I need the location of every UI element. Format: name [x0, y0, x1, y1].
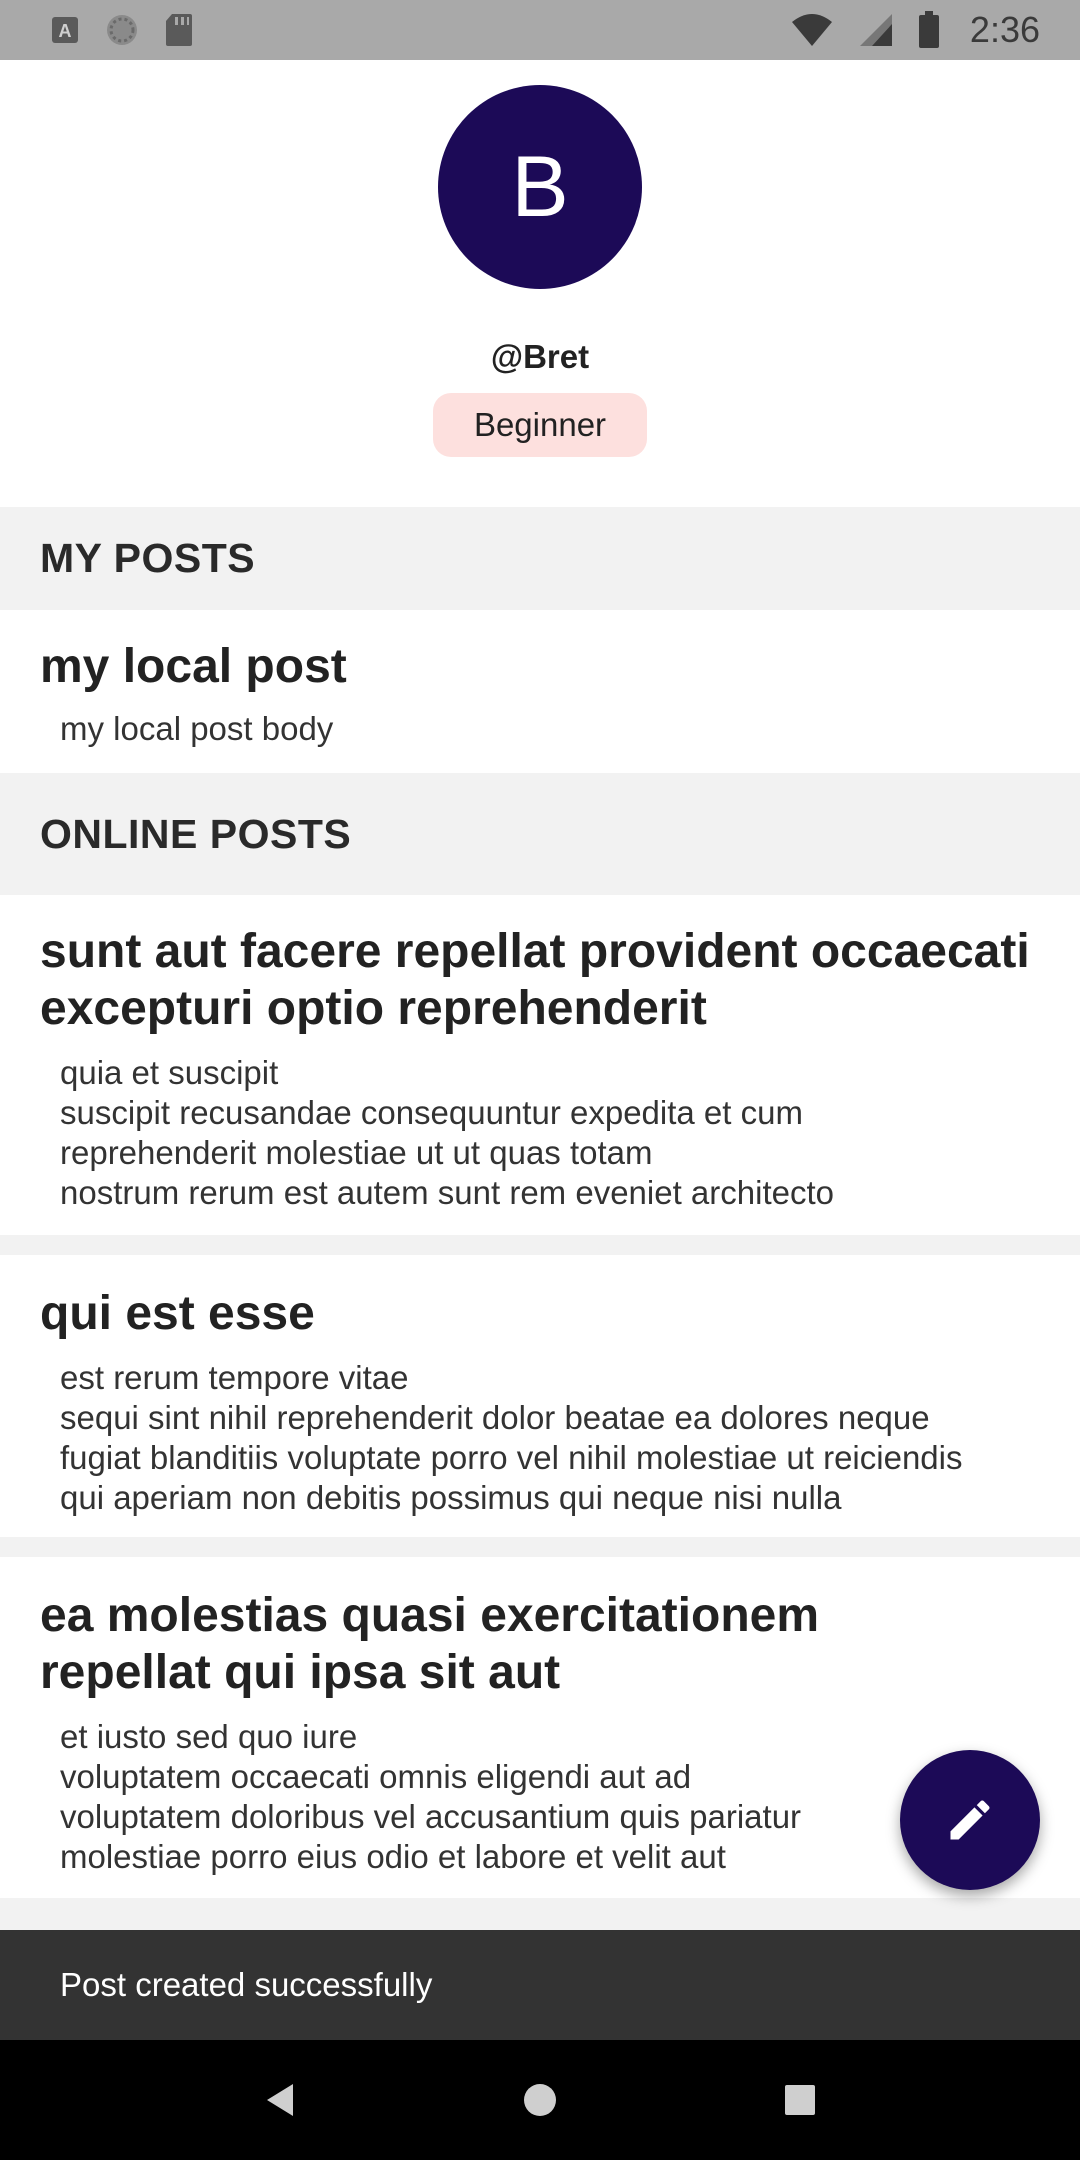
post-body: et iusto sed quo iure voluptatem occaeca… — [60, 1718, 802, 1875]
signal-icon — [858, 12, 894, 48]
post-divider — [0, 1898, 1080, 1930]
post-body: est rerum tempore vitae sequi sint nihil… — [60, 1359, 963, 1516]
loading-circle-icon — [104, 12, 140, 48]
pencil-icon — [944, 1794, 996, 1846]
post-card[interactable]: my local post my local post body — [0, 610, 1080, 773]
profile-header: B @Bret Beginner — [0, 60, 1080, 507]
post-title: qui est esse — [40, 1287, 315, 1340]
post-body: quia et suscipit suscipit recusandae con… — [60, 1054, 834, 1211]
status-left-icons: A — [50, 12, 194, 48]
post-title: sunt aut facere repellat provident occae… — [40, 925, 1030, 1035]
snackbar-message: Post created successfully — [60, 1966, 433, 2003]
svg-text:A: A — [59, 21, 72, 41]
post-title: my local post — [40, 640, 347, 693]
post-divider — [0, 1537, 1080, 1557]
level-badge: Beginner — [433, 393, 647, 457]
post-card[interactable]: qui est esse est rerum tempore vitae seq… — [0, 1255, 1080, 1537]
post-card[interactable]: sunt aut facere repellat provident occae… — [0, 895, 1080, 1235]
avatar[interactable]: B — [438, 85, 642, 289]
text-a-icon: A — [50, 15, 80, 45]
sd-card-icon — [164, 12, 194, 48]
status-right-icons: 2:36 — [790, 9, 1040, 51]
online-posts-header: ONLINE POSTS — [0, 773, 1080, 895]
home-button[interactable] — [500, 2060, 580, 2140]
wifi-icon — [790, 12, 834, 48]
post-title: ea molestias quasi exercitationem repell… — [40, 1589, 820, 1699]
battery-icon — [918, 11, 940, 49]
recents-button[interactable] — [760, 2060, 840, 2140]
status-time: 2:36 — [969, 9, 1040, 50]
navigation-bar — [0, 2040, 1080, 2160]
back-button[interactable] — [240, 2060, 320, 2140]
snackbar: Post created successfully — [0, 1930, 1080, 2040]
post-body: my local post body — [60, 710, 334, 747]
create-post-button[interactable] — [900, 1750, 1040, 1890]
status-bar: A 2:36 — [0, 0, 1080, 60]
recents-icon — [784, 2084, 816, 2116]
username: @Bret — [490, 338, 590, 375]
my-posts-header: MY POSTS — [0, 507, 1080, 610]
post-divider — [0, 1235, 1080, 1255]
back-icon — [263, 2082, 297, 2118]
home-icon — [523, 2083, 557, 2117]
